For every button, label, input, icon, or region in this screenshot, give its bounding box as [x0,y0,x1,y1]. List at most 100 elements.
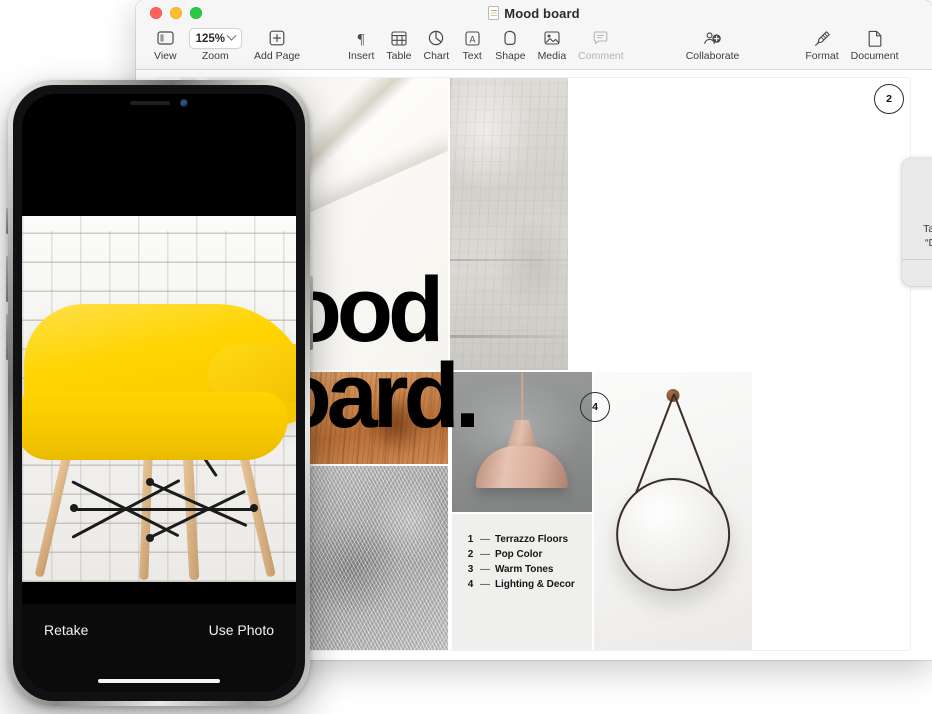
document-page-icon [868,27,882,49]
callout-badge-2[interactable]: 2 [874,84,904,114]
toolbar-zoom-label: Zoom [201,50,229,62]
toolbar-text-label: Text [462,50,482,62]
chair-wire-hub-top [146,478,154,486]
legend-dash: — [480,579,490,590]
toolbar-document-button[interactable]: Document [845,27,905,62]
earpiece-speaker-icon [130,101,170,105]
continuity-camera-popover: Take a photo with “Derek’s iPhone” Cance… [902,158,932,286]
concrete-wall-photo[interactable] [450,78,568,370]
toolbar-text-button[interactable]: A Text [455,27,489,62]
legend-number: 1 [467,534,474,545]
legend-item: 3 — Warm Tones [466,562,575,577]
svg-text:A: A [469,34,475,44]
lamp-cord [521,372,523,426]
toolbar-collaborate-button[interactable]: Collaborate [680,27,746,62]
toolbar-add-page-button[interactable]: Add Page [248,27,306,62]
chevron-down-icon [226,30,237,41]
window-titlebar: Mood board [136,0,932,26]
chair-leg-center [139,443,153,581]
text-box-icon: A [465,27,480,49]
legend-item: 1 — Terrazzo Floors [466,532,575,547]
shape-icon [502,27,518,49]
toolbar-add-page-label: Add Page [254,50,301,62]
pendant-lamp-photo[interactable] [452,372,592,512]
fur-rug-photo[interactable] [306,466,448,650]
sidebar-icon [157,27,174,49]
popover-message: Take a photo with “Derek’s iPhone” [923,223,932,249]
front-camera-icon [180,99,188,107]
legend-title: Terrazzo Floors [495,534,568,545]
toolbar-table-button[interactable]: Table [380,27,417,62]
toolbar-document-label: Document [850,50,899,62]
lamp-dome [475,446,569,489]
pilcrow-icon: ¶ [354,27,368,49]
popover-body: Take a photo with “Derek’s iPhone” [902,158,932,259]
round-mirror-photo[interactable] [594,372,752,650]
comment-bubble-icon [593,27,608,49]
legend-number: 3 [467,564,474,575]
plus-square-icon [269,27,285,49]
toolbar-chart-button[interactable]: Chart [418,27,456,62]
toolbar-table-label: Table [386,50,412,62]
collaborate-person-icon [703,27,722,49]
chair-wire-4 [149,489,246,539]
callout-badge-4[interactable]: 4 [580,392,610,422]
camera-preview-image[interactable] [22,216,296,582]
pie-chart-icon [428,27,444,49]
toolbar-view-button[interactable]: View [148,27,183,62]
legend-panel: 1 — Terrazzo Floors 2 — Pop Color 3 — Wa… [452,514,592,650]
home-indicator[interactable] [98,678,220,683]
window-title: Mood board [504,5,580,21]
chair-wire-hub-left [70,504,78,512]
legend-title: Warm Tones [495,564,554,575]
toolbar-comment-label: Comment [578,50,624,62]
iphone-bezel: Retake Use Photo [13,85,305,701]
toolbar-format-label: Format [805,50,839,62]
mirror-glass [616,477,730,592]
toolbar-zoom-control[interactable]: 125% Zoom [183,27,248,62]
toolbar-insert-label: Insert [348,50,375,62]
window-title-group: Mood board [136,0,932,26]
zoom-value: 125% [195,32,225,45]
chair-wire-hub-bottom [146,534,154,542]
table-grid-icon [391,27,407,49]
toolbar-comment-button[interactable]: Comment [572,27,630,62]
chair-leg-front-left [34,446,73,578]
cancel-button[interactable]: Cancel [902,260,932,286]
zoom-select[interactable]: 125% [188,28,242,49]
legend-item: 2 — Pop Color [466,547,575,562]
iphone-frame: Retake Use Photo [8,80,310,706]
screenshot-root: Mood board View 125% Zoom Add Page ¶ Ins… [0,0,932,714]
wood-grain-photo[interactable] [306,372,448,464]
chair-wire-hub-right [250,504,258,512]
toolbar-media-label: Media [537,50,567,62]
chair-seat-pan [22,392,288,460]
toolbar-view-label: View [154,50,177,62]
legend-number: 2 [467,549,474,560]
toolbar-chart-label: Chart [423,50,450,62]
iphone-notch [99,94,219,116]
pages-document-icon [488,6,500,20]
photo-icon [544,27,560,49]
legend-title: Pop Color [495,549,543,560]
svg-text:¶: ¶ [358,32,365,47]
toolbar-shape-label: Shape [495,50,526,62]
legend-title: Lighting & Decor [495,579,575,590]
use-photo-button[interactable]: Use Photo [209,622,274,638]
legend-dash: — [480,564,490,575]
app-toolbar: View 125% Zoom Add Page ¶ Insert Table C… [136,26,932,70]
retake-button[interactable]: Retake [44,622,88,638]
chair-wire-cross [76,508,254,511]
toolbar-media-button[interactable]: Media [532,27,573,62]
legend-dash: — [480,534,490,545]
toolbar-format-button[interactable]: Format [799,27,844,62]
toolbar-insert-button[interactable]: ¶ Insert [342,27,380,63]
legend-list: 1 — Terrazzo Floors 2 — Pop Color 3 — Wa… [466,532,575,592]
legend-item: 4 — Lighting & Decor [466,577,575,592]
legend-number: 4 [467,579,474,590]
toolbar-collaborate-label: Collaborate [685,50,740,62]
iphone-screen[interactable]: Retake Use Photo [22,94,296,692]
paintbrush-icon [814,27,831,49]
chair-wire-3 [151,482,248,527]
toolbar-shape-button[interactable]: Shape [489,27,531,62]
